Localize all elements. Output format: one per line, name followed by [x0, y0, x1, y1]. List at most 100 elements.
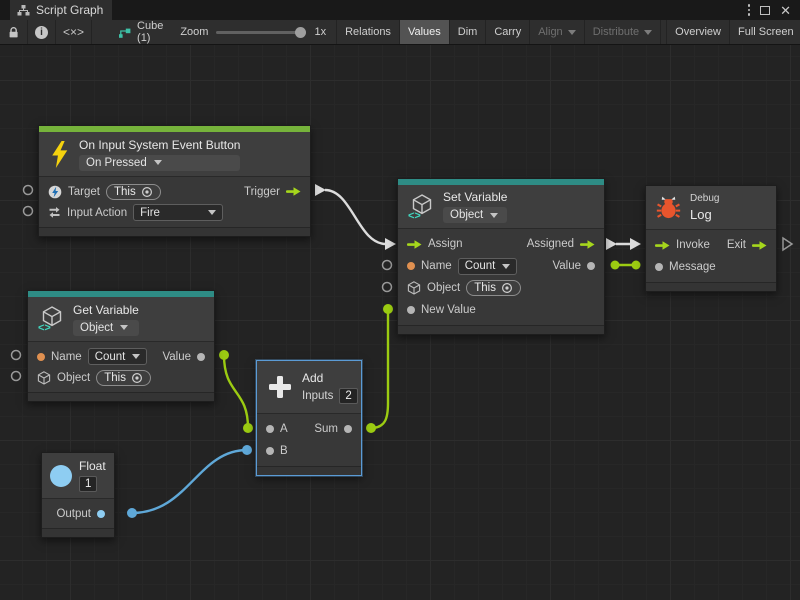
carry-button[interactable]: Carry: [486, 20, 530, 44]
flow-output-port[interactable]: [752, 240, 767, 251]
input-action-label: Input Action: [67, 207, 127, 219]
assigned-label: Assigned: [527, 238, 574, 250]
node-title: Log: [690, 207, 719, 222]
new-value-input-port[interactable]: [407, 306, 415, 314]
value-output-port[interactable]: [587, 262, 595, 270]
unconnected-port-indicator[interactable]: [383, 283, 392, 292]
variable-scope-dropdown[interactable]: Object: [443, 207, 507, 223]
graph-context-label: Cube (1): [137, 20, 163, 44]
flow-input-port[interactable]: [407, 239, 422, 250]
a-input-port[interactable]: [266, 425, 274, 433]
svg-text:<>: <>: [38, 322, 51, 332]
input-b-row: B: [257, 440, 361, 462]
values-button[interactable]: Values: [400, 20, 450, 44]
plus-icon: [267, 374, 293, 400]
wire-value-get-variable-to-add-a[interactable]: [219, 350, 253, 433]
inputs-count-field[interactable]: 2: [339, 388, 357, 404]
unconnected-port-indicator[interactable]: [383, 261, 392, 270]
zoom-slider-handle[interactable]: [295, 27, 306, 38]
script-graph-icon: [17, 4, 30, 17]
graph-canvas[interactable]: On Input System Event Button On Pressed: [0, 45, 800, 600]
tab-script-graph[interactable]: Script Graph: [10, 0, 112, 20]
target-label: Target: [68, 186, 100, 198]
inputs-label: Inputs: [302, 390, 333, 402]
align-label: Align: [538, 26, 562, 38]
target-picker-icon: [141, 186, 153, 198]
variable-name-value: Count: [95, 351, 126, 363]
node-header: <> Get Variable Object: [28, 297, 214, 341]
unity-script-graph-window: Script Graph ✕ i <×>: [0, 0, 800, 600]
values-label: Values: [408, 26, 441, 38]
flow-input-port[interactable]: [655, 240, 670, 251]
distribute-button[interactable]: Distribute: [585, 20, 661, 44]
node-add[interactable]: Add Inputs 2 A Sum B: [256, 360, 362, 476]
fullscreen-label: Full Screen: [738, 26, 794, 38]
event-mode-dropdown[interactable]: On Pressed: [79, 155, 240, 171]
b-input-port[interactable]: [266, 447, 274, 455]
input-a-row: A Sum: [257, 418, 361, 440]
chevron-down-icon: [502, 264, 510, 269]
value-output-port[interactable]: [197, 353, 205, 361]
unconnected-port-indicator[interactable]: [24, 186, 33, 195]
object-value-pill[interactable]: This: [96, 370, 151, 386]
input-action-icon: [48, 206, 61, 219]
fullscreen-button[interactable]: Full Screen: [730, 20, 800, 44]
unconnected-flow-port-indicator[interactable]: [783, 238, 792, 250]
zoom-slider[interactable]: [216, 31, 306, 34]
graph-context[interactable]: Cube (1): [92, 20, 170, 44]
wire-flow-event-to-set-variable[interactable]: [315, 184, 396, 250]
flow-output-port[interactable]: [580, 239, 595, 250]
wire-value-add-sum-to-new-value[interactable]: [366, 304, 393, 433]
name-input-port[interactable]: [407, 262, 415, 270]
code-view-button[interactable]: <×>: [56, 20, 92, 44]
window-titlebar: Script Graph ✕: [0, 0, 800, 20]
dim-label: Dim: [458, 26, 478, 38]
overview-button[interactable]: Overview: [666, 20, 730, 44]
message-input-port[interactable]: [655, 263, 663, 271]
wire-value-float-to-add-b[interactable]: [127, 445, 252, 518]
target-value: This: [114, 186, 136, 198]
align-button[interactable]: Align: [530, 20, 584, 44]
float-value-field[interactable]: 1: [79, 476, 97, 492]
node-debug-log[interactable]: Debug Log Invoke Exit: [645, 185, 777, 292]
input-action-dropdown[interactable]: Fire: [133, 204, 223, 221]
info-button[interactable]: i: [28, 20, 56, 44]
node-float-literal[interactable]: Float 1 Output: [41, 452, 115, 538]
wire-value-set-variable-to-message[interactable]: [611, 261, 641, 270]
relations-label: Relations: [345, 26, 391, 38]
float-output-port[interactable]: [97, 510, 105, 518]
close-icon[interactable]: ✕: [780, 4, 791, 17]
node-set-variable[interactable]: <> Set Variable Object A: [397, 178, 605, 335]
window-menu-icon[interactable]: [748, 4, 751, 16]
node-header: On Input System Event Button On Pressed: [39, 132, 310, 176]
node-get-variable[interactable]: <> Get Variable Object Name Count: [27, 290, 215, 402]
unconnected-port-indicator[interactable]: [24, 207, 33, 216]
variable-name-dropdown[interactable]: Count: [88, 348, 148, 365]
wire-flow-set-variable-to-debug-log[interactable]: [606, 238, 641, 250]
unconnected-port-indicator[interactable]: [12, 351, 21, 360]
name-input-port[interactable]: [37, 353, 45, 361]
chevron-down-icon: [132, 354, 140, 359]
object-value-pill[interactable]: This: [466, 280, 521, 296]
variable-name-dropdown[interactable]: Count: [458, 258, 518, 275]
variable-scope-dropdown[interactable]: Object: [73, 320, 139, 336]
target-row: Target This Trigger: [39, 181, 310, 202]
sum-label: Sum: [314, 423, 338, 435]
svg-text:<>: <>: [408, 210, 421, 220]
flow-output-port[interactable]: [286, 186, 301, 197]
node-footer: [646, 282, 776, 291]
code-brackets-icon: <×>: [63, 25, 84, 39]
new-value-label: New Value: [421, 304, 476, 316]
target-value-pill[interactable]: This: [106, 184, 161, 200]
unconnected-port-indicator[interactable]: [12, 372, 21, 381]
node-title: Add: [302, 371, 358, 385]
target-picker-icon: [501, 282, 513, 294]
sum-output-port[interactable]: [344, 425, 352, 433]
lock-button[interactable]: [0, 20, 28, 44]
node-on-input-system-event-button[interactable]: On Input System Event Button On Pressed: [38, 125, 311, 237]
relations-button[interactable]: Relations: [336, 20, 400, 44]
lock-icon: [7, 26, 20, 39]
dim-button[interactable]: Dim: [450, 20, 487, 44]
node-header: Add Inputs 2: [257, 361, 361, 413]
maximize-icon[interactable]: [760, 6, 770, 15]
